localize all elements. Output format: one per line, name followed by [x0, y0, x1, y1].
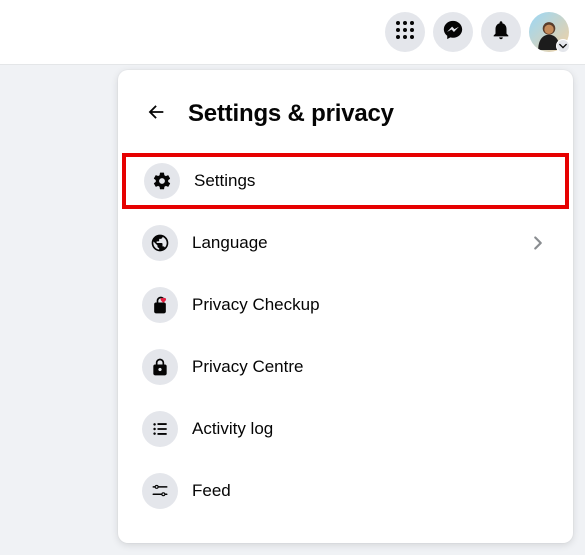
menu-label: Language: [192, 233, 513, 253]
messenger-button[interactable]: [433, 12, 473, 52]
menu-label: Privacy Centre: [192, 357, 549, 377]
menu-item-activity-log[interactable]: Activity log: [124, 401, 567, 457]
back-button[interactable]: [138, 96, 174, 132]
lock-heart-icon: [142, 287, 178, 323]
menu-item-settings[interactable]: Settings: [122, 153, 569, 209]
list-icon: [142, 411, 178, 447]
menu-item-privacy-checkup[interactable]: Privacy Checkup: [124, 277, 567, 333]
globe-icon: [142, 225, 178, 261]
top-nav-bar: [0, 0, 585, 65]
menu-label: Activity log: [192, 419, 549, 439]
menu-label: Feed: [192, 481, 549, 501]
gear-icon: [144, 163, 180, 199]
account-menu-button[interactable]: [529, 12, 569, 52]
arrow-left-icon: [145, 101, 167, 128]
chevron-down-icon: [556, 39, 570, 53]
menu-label: Privacy Checkup: [192, 295, 549, 315]
sliders-icon: [142, 473, 178, 509]
menu-label: Settings: [194, 171, 547, 191]
menu-item-feed[interactable]: Feed: [124, 463, 567, 519]
settings-privacy-panel: Settings & privacy Settings Language: [118, 70, 573, 543]
apps-menu-button[interactable]: [385, 12, 425, 52]
menu-item-privacy-centre[interactable]: Privacy Centre: [124, 339, 567, 395]
menu-list: Settings Language Privacy Checkup: [118, 150, 573, 522]
panel-header: Settings & privacy: [118, 84, 573, 150]
notifications-button[interactable]: [481, 12, 521, 52]
menu-item-language[interactable]: Language: [124, 215, 567, 271]
page-title: Settings & privacy: [188, 100, 394, 128]
apps-grid-icon: [395, 20, 415, 45]
bell-icon: [490, 19, 512, 46]
chevron-right-icon: [527, 232, 549, 254]
messenger-icon: [442, 19, 464, 46]
lock-icon: [142, 349, 178, 385]
